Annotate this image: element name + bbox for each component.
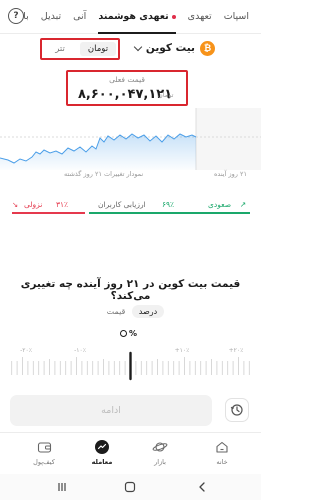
bullish-bar [89,212,250,214]
nav-item-wallet[interactable]: کیف‌پول [18,437,70,466]
percent-ruler-slider[interactable]: -۲۰٪ -۱۰٪ +۱۰٪ +۲۰٪ [0,345,261,387]
nav-item-market[interactable]: بازار [134,437,186,466]
bearish-trend-icon: ↘ [12,200,19,209]
top-tab-bar: اسپات تعهدی تعهدی هوشمند آنی تبدیل با [0,0,261,34]
bearish-bar [12,212,85,214]
zero-circle-icon [120,330,127,337]
recent-apps-icon[interactable] [56,481,68,493]
current-price-unit: تومان [158,91,174,99]
bearish-percent: ۳۱٪ [56,200,69,209]
home-button-icon[interactable] [124,481,136,493]
nav-label-home: خانه [216,458,228,466]
currency-option-tether[interactable]: تتر [42,44,78,54]
chart-caption-past: نمودار تغییرات ۲۱ روز گذشته [64,170,144,178]
mode-option-percent[interactable]: درصد [132,304,164,318]
tab-spot[interactable]: اسپات [218,0,255,34]
home-icon [216,441,228,453]
bottom-navigation: خانه بازار معامله کیف‌پول [0,432,261,474]
history-button[interactable] [225,398,249,422]
user-sentiment: ↘ نزولی ۳۱٪ ارزیابی کاربران ۶۹٪ صعودی ↗ [12,199,250,225]
price-area [0,134,196,170]
back-button-icon[interactable] [196,481,208,493]
selected-percent-display: ۰ % [120,329,137,338]
help-icon[interactable]: ? [8,8,24,24]
percent-symbol: % [129,329,138,338]
clock-history-icon [230,404,243,416]
ruler-ticks [11,351,250,381]
bullish-percent: ۶۹٪ [162,200,175,209]
wallet-icon [37,442,51,453]
system-navigation-bar [0,474,261,500]
bitcoin-logo-icon: ₿ [200,41,215,56]
chevron-down-icon[interactable] [133,42,143,52]
planet-icon [152,442,168,452]
current-price-label: قیمت فعلی [109,75,145,84]
tab-smart-futures-label: تعهدی هوشمند [98,11,169,22]
nav-label-trade: معامله [91,458,113,466]
nav-item-home[interactable]: خانه [196,437,248,466]
asset-selector-row: ₿ بیت کوین تتر تومان [0,36,261,64]
mode-toggle: درصد قیمت [100,302,164,320]
sentiment-center-label: ارزیابی کاربران [98,200,146,209]
chart-caption-future: ۲۱ روز آینده [214,170,247,178]
prediction-question: قیمت بیت کوین در ۲۱ روز آینده چه تغییری … [20,278,241,302]
nav-label-wallet: کیف‌پول [33,458,55,466]
nav-label-market: بازار [154,458,166,466]
current-price-box: قیمت فعلی ۸,۶۰۰,۰۴۷,۱۲۱ تومان [66,70,188,106]
bullish-label: صعودی [208,200,232,209]
mode-option-price[interactable]: قیمت [100,305,132,318]
continue-button[interactable]: ادامه [10,395,212,426]
asset-name[interactable]: بیت کوین [146,42,195,54]
new-indicator-dot [171,14,176,19]
tab-smart-futures[interactable]: تعهدی هوشمند [92,0,181,34]
bullish-trend-icon: ↗ [240,200,247,209]
trade-icon [95,440,109,454]
bearish-label: نزولی [24,200,43,209]
currency-option-toman[interactable]: تومان [80,42,116,56]
currency-toggle: تتر تومان [40,38,120,60]
nav-item-trade[interactable]: معامله [76,437,128,466]
tab-convert[interactable]: تبدیل [35,0,67,34]
tab-instant[interactable]: آنی [67,0,92,34]
tab-futures[interactable]: تعهدی [182,0,218,34]
